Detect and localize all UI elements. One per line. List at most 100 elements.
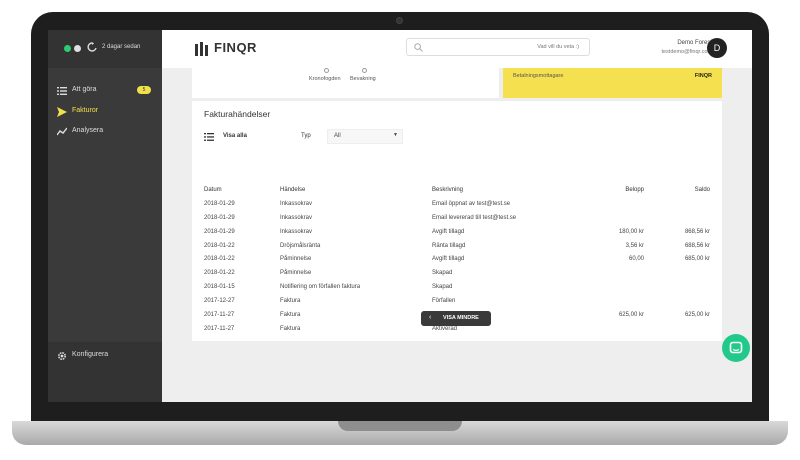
table-row[interactable]: 2018-01-29 Inkassokrav Avgift tillagd 180,0… bbox=[204, 225, 710, 239]
cell-datum: 2018-01-29 bbox=[204, 228, 235, 235]
cell-saldo bbox=[644, 280, 710, 294]
chat-icon bbox=[729, 341, 743, 354]
sidebar-item-label: Analysera bbox=[72, 127, 104, 134]
cell-datum: 2018-01-29 bbox=[204, 200, 235, 207]
sidebar-item-fakturor[interactable]: Fakturor bbox=[48, 102, 162, 122]
chat-button[interactable] bbox=[722, 334, 750, 362]
show-less-label: VISA MINDRE bbox=[443, 315, 479, 321]
cell-saldo: 625,00 kr bbox=[684, 311, 710, 318]
chart-line-icon bbox=[57, 127, 67, 136]
cell-saldo bbox=[644, 294, 710, 308]
cell-datum: 2018-01-22 bbox=[204, 242, 235, 249]
status-dot-white bbox=[74, 45, 81, 52]
payee-card: Betalningsmottagare FINQR bbox=[503, 68, 722, 98]
show-less-button[interactable]: ‹ VISA MINDRE bbox=[421, 311, 491, 326]
user-email: testdemo@finqr.com bbox=[661, 49, 712, 55]
cell-handelse: Inkassokrav bbox=[280, 200, 313, 207]
cell-saldo bbox=[644, 266, 710, 280]
sidebar-item-konfigurera[interactable]: Konfigurera bbox=[48, 346, 162, 366]
column-header-beskrivning[interactable]: Beskrivning bbox=[432, 183, 582, 197]
status-dot-green bbox=[64, 45, 71, 52]
finqr-logo-icon bbox=[195, 42, 208, 56]
timeline-label-bevakning: Bevakning bbox=[350, 76, 376, 82]
timeline-dot bbox=[324, 68, 329, 73]
cell-handelse: Notifiering om förfallen faktura bbox=[280, 284, 361, 291]
cell-handelse: Faktura bbox=[280, 298, 301, 305]
cell-belopp: 180,00 kr bbox=[618, 228, 644, 235]
cell-saldo: 868,56 kr bbox=[684, 228, 710, 235]
gear-icon bbox=[57, 351, 67, 361]
table-row[interactable]: 2018-01-15 Notifiering om förfallen faktu… bbox=[204, 280, 710, 294]
chevron-down-icon: ▼ bbox=[393, 132, 398, 138]
table-row[interactable]: 2018-01-22 Påminnelse Skapad bbox=[204, 266, 710, 280]
table-header-row: Datum Händelse Beskrivning Belopp Saldo bbox=[204, 183, 710, 197]
invoice-events-card: Fakturahändelser Visa alla Typ All ▼ Dat… bbox=[192, 101, 722, 341]
cell-beskrivning: Email levererad till test@test.se bbox=[432, 214, 517, 221]
cell-beskrivning: Avgift tillagd bbox=[432, 228, 465, 235]
top-header: FINQR Vad vill du veta :) Demo Forest te… bbox=[162, 30, 752, 68]
cell-belopp bbox=[582, 266, 644, 280]
cell-belopp bbox=[582, 294, 644, 308]
cell-saldo: 685,00 kr bbox=[684, 256, 710, 263]
cell-belopp bbox=[582, 197, 644, 211]
cell-datum: 2018-01-22 bbox=[204, 256, 235, 263]
column-header-belopp[interactable]: Belopp bbox=[582, 183, 644, 197]
table-row[interactable]: 2017-12-27 Faktura Förfallen bbox=[204, 294, 710, 308]
sidebar-item-label: Fakturor bbox=[72, 107, 99, 114]
table-row[interactable]: 2018-01-29 Inkassokrav Email öppnat av tes… bbox=[204, 197, 710, 211]
payee-label: Betalningsmottagare bbox=[513, 73, 564, 79]
column-header-datum[interactable]: Datum bbox=[204, 183, 280, 197]
cell-handelse: Faktura bbox=[280, 325, 301, 332]
app-screen: 2 dagar sedan Att göra 5 Fakturor Analys… bbox=[48, 30, 752, 402]
logo-text: FINQR bbox=[214, 40, 257, 55]
cell-datum: 2017-12-27 bbox=[204, 298, 235, 305]
search-placeholder: Vad vill du veta :) bbox=[537, 44, 579, 50]
todo-count-badge: 5 bbox=[137, 86, 151, 94]
sidebar-item-label: Att göra bbox=[72, 86, 97, 93]
type-filter-value: All bbox=[334, 133, 341, 139]
sidebar-item-att-gora[interactable]: Att göra 5 bbox=[48, 81, 162, 101]
sync-status-text: 2 dagar sedan bbox=[102, 44, 141, 50]
cell-handelse: Påminnelse bbox=[280, 270, 312, 277]
sidebar-footer: Konfigurera bbox=[48, 342, 162, 402]
avatar[interactable]: D bbox=[707, 38, 727, 58]
cell-beskrivning: Email öppnat av test@test.se bbox=[432, 200, 511, 207]
sidebar-item-label: Konfigurera bbox=[72, 351, 109, 358]
laptop-notch bbox=[338, 421, 462, 431]
cell-handelse: Påminnelse bbox=[280, 256, 312, 263]
chevron-left-icon: ‹ bbox=[429, 314, 432, 321]
column-header-handelse[interactable]: Händelse bbox=[280, 183, 432, 197]
column-header-saldo[interactable]: Saldo bbox=[644, 183, 710, 197]
payee-value: FINQR bbox=[694, 73, 712, 79]
cell-saldo: 688,56 kr bbox=[684, 242, 710, 249]
cell-saldo bbox=[644, 211, 710, 225]
list-icon[interactable] bbox=[204, 133, 214, 141]
cell-handelse: Inkassokrav bbox=[280, 228, 313, 235]
cell-datum: 2018-01-29 bbox=[204, 214, 235, 221]
invoice-timeline-card: Kronofogden Bevakning bbox=[192, 68, 499, 98]
type-filter-select[interactable]: All ▼ bbox=[327, 129, 403, 144]
cell-saldo bbox=[644, 197, 710, 211]
sync-icon[interactable] bbox=[87, 42, 97, 54]
show-all-button[interactable]: Visa alla bbox=[223, 133, 247, 139]
send-icon bbox=[57, 107, 67, 117]
cell-datum: 2017-11-27 bbox=[204, 311, 235, 318]
table-row[interactable]: 2018-01-29 Inkassokrav Email levererad til… bbox=[204, 211, 710, 225]
sidebar-status-bar: 2 dagar sedan bbox=[48, 30, 162, 68]
cell-handelse: Inkassokrav bbox=[280, 214, 313, 221]
cell-belopp: 60,00 bbox=[628, 256, 644, 263]
cell-belopp bbox=[582, 322, 644, 336]
cell-belopp: 3,56 kr bbox=[625, 242, 644, 249]
type-filter-label: Typ bbox=[301, 133, 311, 139]
timeline-dot bbox=[362, 68, 367, 73]
table-row[interactable]: 2018-01-22 Påminnelse Avgift tillagd 60,00 6… bbox=[204, 252, 710, 266]
search-icon bbox=[414, 43, 423, 52]
sidebar-item-analysera[interactable]: Analysera bbox=[48, 122, 162, 142]
timeline-label-kronofogden: Kronofogden bbox=[309, 76, 341, 82]
cell-datum: 2018-01-15 bbox=[204, 284, 235, 291]
table-row[interactable]: 2018-01-22 Dröjsmålsränta Ränta tillagd 3,5… bbox=[204, 239, 710, 253]
list-icon bbox=[57, 87, 67, 95]
cell-handelse: Dröjsmålsränta bbox=[280, 242, 321, 249]
search-input[interactable]: Vad vill du veta :) bbox=[406, 38, 590, 56]
camera bbox=[396, 17, 403, 24]
